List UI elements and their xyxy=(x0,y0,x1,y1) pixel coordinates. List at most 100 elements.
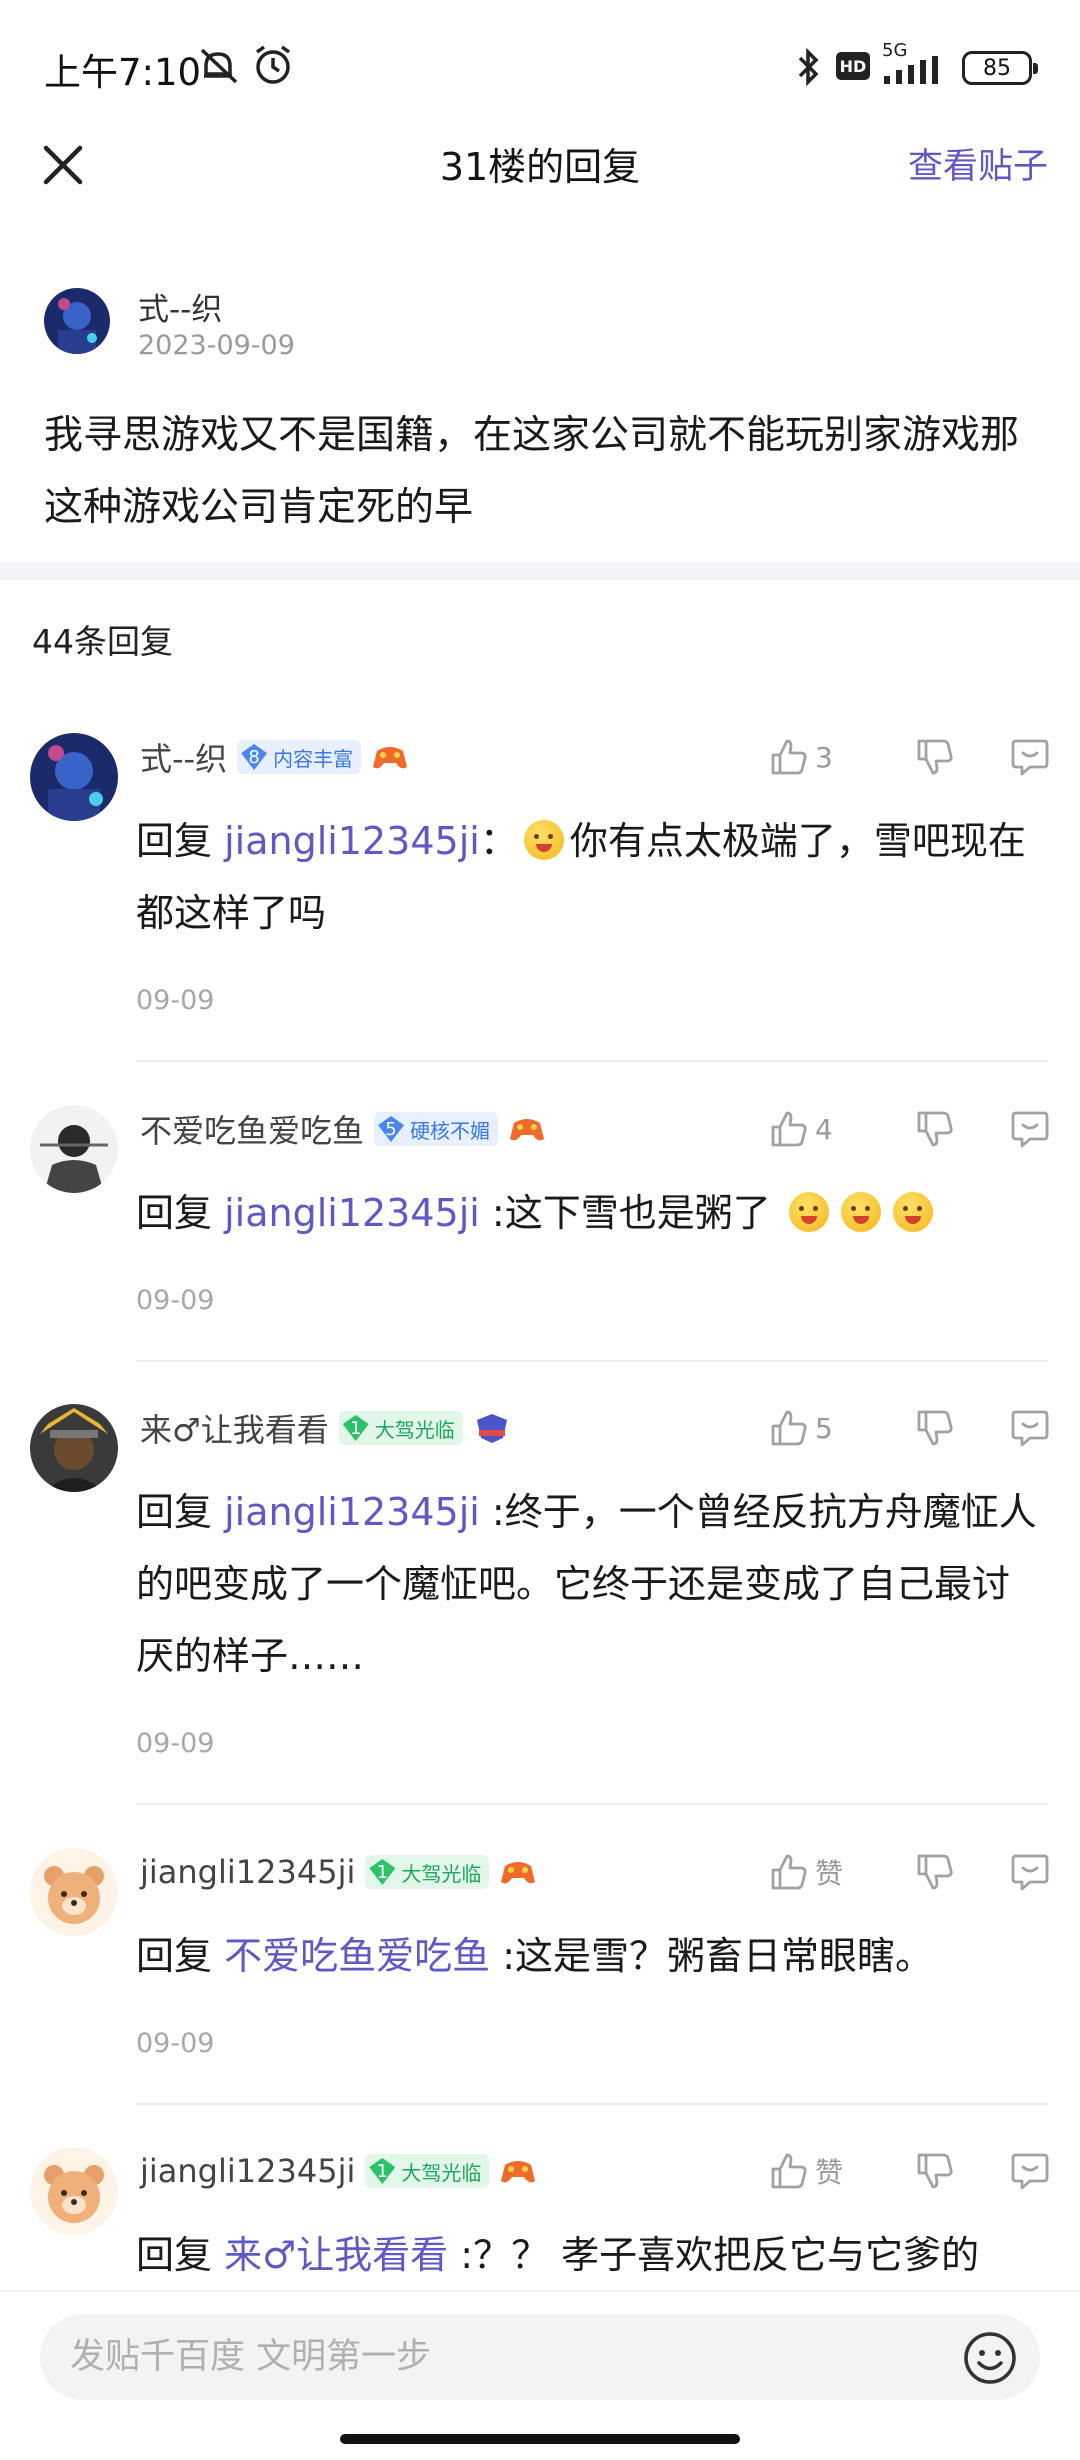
reply-prefix: 回复 xyxy=(136,1934,213,1978)
reply-content: 回复 jiangli12345ji :这下雪也是粥了 xyxy=(136,1177,1046,1249)
level-badge-label: 硬核不媚 xyxy=(410,1118,491,1143)
level-badge: 5 硬核不媚 xyxy=(374,1112,499,1146)
level-gem-icon: 5 xyxy=(378,1116,405,1142)
thumb-up-icon xyxy=(771,1111,807,1147)
mute-icon xyxy=(200,48,238,84)
reply-colon: : xyxy=(479,1191,505,1235)
hd-icon: HD xyxy=(836,52,870,80)
mention-link[interactable]: jiangli12345ji xyxy=(224,819,480,863)
header: 31楼的回复 查看贴子 xyxy=(0,118,1080,206)
mention-link[interactable]: jiangli12345ji xyxy=(224,1490,480,1534)
avatar[interactable] xyxy=(30,1848,118,1936)
reply-text: 这下雪也是粥了 xyxy=(504,1191,771,1235)
avatar[interactable] xyxy=(30,733,118,821)
reply-user-row: jiangli12345ji 1 大驾光临 xyxy=(140,2149,537,2193)
reply-username[interactable]: jiangli12345ji xyxy=(140,1853,355,1891)
like-button[interactable]: 赞 xyxy=(769,2151,865,2191)
op-username[interactable]: 式--织 xyxy=(138,284,222,329)
like-label: 赞 xyxy=(815,2156,844,2189)
divider xyxy=(136,1360,1048,1362)
level-badge: 1 大驾光临 xyxy=(365,1855,490,1889)
reply-user-row: 式--织 8 内容丰富 xyxy=(140,735,409,779)
view-post-link[interactable]: 查看贴子 xyxy=(908,138,1048,189)
mention-link[interactable]: 不爱吃鱼爱吃鱼 xyxy=(224,1934,490,1978)
like-count: 5 xyxy=(815,1411,833,1445)
emoji-icon xyxy=(840,1192,881,1232)
level-badge: 8 内容丰富 xyxy=(237,740,362,774)
home-indicator xyxy=(340,2434,740,2444)
reply-username[interactable]: jiangli12345ji xyxy=(140,2152,355,2190)
reply-username[interactable]: 不爱吃鱼爱吃鱼 xyxy=(140,1106,364,1152)
avatar[interactable] xyxy=(44,288,110,354)
comment-icon[interactable] xyxy=(1010,737,1050,777)
reply-colon: : xyxy=(490,1934,516,1978)
reply-prefix: 回复 xyxy=(136,819,213,863)
reply-time: 09-09 xyxy=(136,1285,215,1316)
reply-thread-page: 上午7:10 HD 5G 85 31楼的回复 查看贴子 式--织 2023-09… xyxy=(0,0,1080,2460)
reply-username[interactable]: 式--织 xyxy=(140,734,227,780)
reply-content: 回复 不爱吃鱼爱吃鱼 :这是雪？粥畜日常眼瞎。 xyxy=(136,1920,1046,1992)
gamepad-icon xyxy=(501,1862,536,1884)
thumb-down-icon[interactable] xyxy=(915,1408,955,1448)
reply-prefix: 回复 xyxy=(136,1191,213,1235)
thumb-up-icon xyxy=(771,1854,807,1890)
reply-actions: 4 xyxy=(769,1107,1050,1151)
avatar[interactable] xyxy=(30,1404,118,1492)
avatar[interactable] xyxy=(30,1105,118,1193)
level-gem-icon: 1 xyxy=(369,1859,396,1885)
thumb-up-icon xyxy=(771,1410,807,1446)
like-button[interactable]: 赞 xyxy=(769,1852,865,1892)
thumb-down-icon[interactable] xyxy=(915,737,955,777)
op-date: 2023-09-09 xyxy=(138,330,295,361)
reply-prefix: 回复 xyxy=(136,1490,213,1534)
level-gem-icon: 8 xyxy=(241,744,268,770)
reply-colon: ： xyxy=(479,819,518,863)
comment-icon[interactable] xyxy=(1010,1408,1050,1448)
thumb-up-icon xyxy=(771,739,807,775)
avatar[interactable] xyxy=(30,2147,118,2235)
mention-link[interactable]: 来♂让我看看 xyxy=(224,2233,448,2277)
reply-time: 09-09 xyxy=(136,985,215,1016)
reply-prefix: 回复 xyxy=(136,2233,213,2277)
comment-input-bar xyxy=(0,2290,1080,2460)
emoji-icon xyxy=(788,1192,829,1232)
reply-username[interactable]: 来♂让我看看 xyxy=(140,1405,329,1451)
comment-icon[interactable] xyxy=(1010,2151,1050,2191)
bluetooth-icon xyxy=(798,47,819,87)
like-button[interactable]: 3 xyxy=(769,737,865,777)
like-button[interactable]: 4 xyxy=(769,1109,865,1149)
emoji-icon[interactable] xyxy=(962,2330,1018,2386)
level-badge-label: 大驾光临 xyxy=(401,2160,482,2185)
reply-colon: : xyxy=(448,2233,474,2277)
reply-actions: 赞 xyxy=(769,2149,1050,2193)
gamepad-icon xyxy=(510,1119,545,1141)
like-label: 赞 xyxy=(815,1857,844,1890)
reply-user-row: 不爱吃鱼爱吃鱼 5 硬核不媚 xyxy=(140,1107,546,1151)
emoji-icon xyxy=(892,1192,933,1232)
op-content: 我寻思游戏又不是国籍，在这家公司就不能玩别家游戏那这种游戏公司肯定死的早 xyxy=(44,413,1020,530)
thumb-down-icon[interactable] xyxy=(915,1109,955,1149)
like-count: 4 xyxy=(815,1112,833,1146)
thumb-down-icon[interactable] xyxy=(915,1852,955,1892)
mention-link[interactable]: jiangli12345ji xyxy=(224,1191,480,1235)
comment-icon[interactable] xyxy=(1010,1852,1050,1892)
level-badge: 1 大驾光临 xyxy=(365,2154,490,2188)
level-badge: 1 大驾光临 xyxy=(338,1411,463,1445)
reply-user-row: 来♂让我看看 1 大驾光临 xyxy=(140,1406,511,1450)
thumb-down-icon[interactable] xyxy=(915,2151,955,2191)
reply-time: 09-09 xyxy=(136,1728,215,1759)
section-divider xyxy=(0,562,1080,580)
comment-input[interactable] xyxy=(70,2314,930,2400)
comment-input-box[interactable] xyxy=(40,2314,1040,2400)
reply-actions: 5 xyxy=(769,1406,1050,1450)
emoji-icon xyxy=(523,820,564,860)
level-badge-label: 内容丰富 xyxy=(273,746,354,771)
like-button[interactable]: 5 xyxy=(769,1408,865,1448)
reply-text: ？？ 孝子喜欢把反它与它爹的 xyxy=(473,2233,980,2277)
comment-icon[interactable] xyxy=(1010,1109,1050,1149)
status-time: 上午7:10 xyxy=(44,51,202,94)
battery-indicator: 85 xyxy=(962,51,1038,85)
like-count: 3 xyxy=(815,740,833,774)
divider xyxy=(136,2103,1048,2105)
level-gem-icon: 1 xyxy=(369,2158,396,2184)
